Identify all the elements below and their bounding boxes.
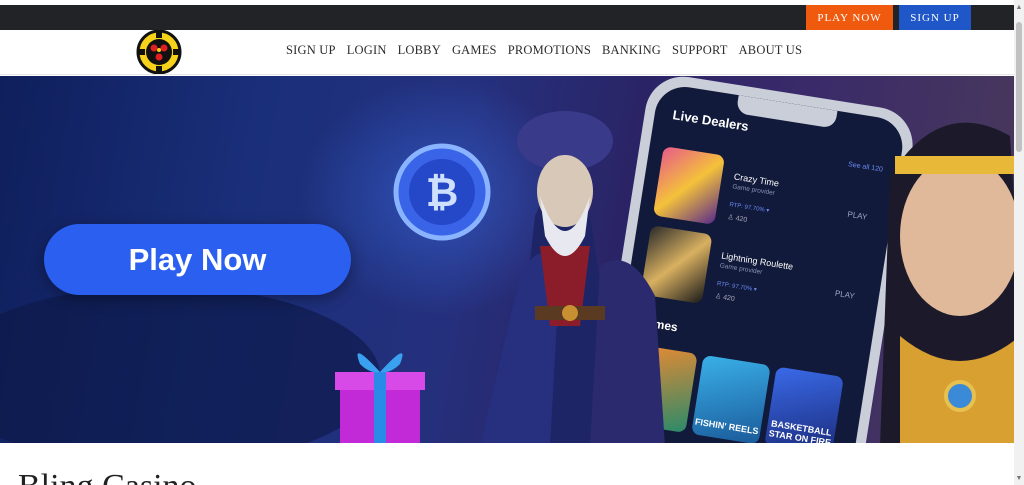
nav-item-sign-up[interactable]: SIGN UP xyxy=(286,43,336,58)
hero-banner[interactable]: Play Now Live Dealers See all 120 Crazy … xyxy=(0,76,1014,443)
scroll-down-arrow-icon[interactable]: ▼ xyxy=(1014,473,1024,483)
game-players: ♙ 420 xyxy=(726,213,748,224)
casino-chip-logo-icon[interactable] xyxy=(131,30,188,74)
nav-menu: SIGN UP LOGIN LOBBY GAMES PROMOTIONS BAN… xyxy=(286,43,802,58)
nav-item-support[interactable]: SUPPORT xyxy=(672,43,728,58)
nav-item-about-us[interactable]: ABOUT US xyxy=(739,43,803,58)
game-tile: FISHIN' REELS xyxy=(691,354,771,443)
top-bar: PLAY NOW SIGN UP xyxy=(0,5,1014,30)
sign-up-button[interactable]: SIGN UP xyxy=(899,5,971,30)
nav-item-banking[interactable]: BANKING xyxy=(602,43,661,58)
egyptian-queen-character-image xyxy=(880,122,1014,443)
live-dealers-title: Live Dealers xyxy=(671,107,750,135)
nav-item-games[interactable]: GAMES xyxy=(452,43,497,58)
game-players: ♙ 420 xyxy=(714,292,736,304)
page-title: Bling Casino xyxy=(18,468,197,485)
nav-item-login[interactable]: LOGIN xyxy=(347,43,387,58)
phone-notch xyxy=(735,95,838,129)
page-scrollbar[interactable]: ▲ ▼ xyxy=(1014,0,1024,485)
gift-box-image xyxy=(335,353,425,443)
hero-play-now-button[interactable]: Play Now xyxy=(44,224,351,295)
game-play-label: PLAY xyxy=(834,288,856,301)
nav-item-promotions[interactable]: PROMOTIONS xyxy=(508,43,591,58)
game-rtp: RTP: 97.70% ▾ xyxy=(716,281,758,294)
nav-item-lobby[interactable]: LOBBY xyxy=(398,43,441,58)
game-rtp: RTP: 97.70% ▾ xyxy=(728,202,770,215)
svg-text:₿: ₿ xyxy=(426,171,459,215)
play-now-button[interactable]: PLAY NOW xyxy=(806,5,893,30)
bitcoin-coin-icon: ₿ xyxy=(393,143,491,241)
scroll-thumb[interactable] xyxy=(1016,22,1022,152)
scroll-up-arrow-icon[interactable]: ▲ xyxy=(1014,2,1024,12)
main-navbar: SIGN UP LOGIN LOBBY GAMES PROMOTIONS BAN… xyxy=(0,30,1014,75)
game-tile: BASKETBALL STAR ON FIRE xyxy=(764,366,844,443)
